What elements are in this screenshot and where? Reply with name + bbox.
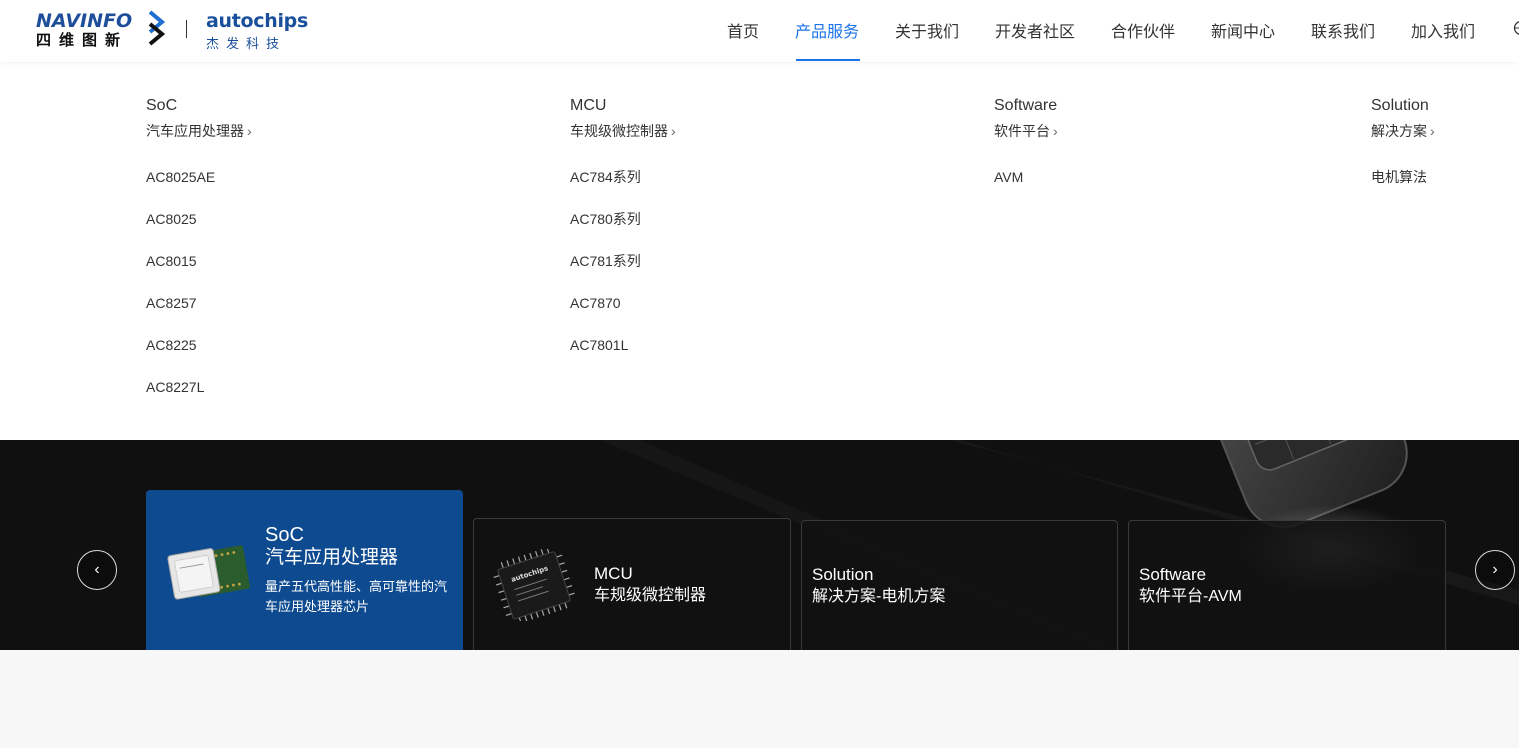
- menu-column-subtitle: 汽车应用处理器: [146, 123, 244, 139]
- menu-column-subtitle-link[interactable]: 软件平台 ›: [994, 121, 1058, 141]
- menu-column-title: Software: [994, 97, 1058, 114]
- product-card-software[interactable]: Software 软件平台-AVM: [1128, 520, 1446, 650]
- menu-column-solution: Solution 解决方案 › 电机算法: [1371, 96, 1435, 209]
- menu-column-list: AVM: [994, 167, 1058, 209]
- nav-item-products[interactable]: 产品服务: [795, 18, 859, 42]
- menu-item[interactable]: AC7870: [570, 293, 676, 335]
- nav-item-careers[interactable]: 加入我们: [1411, 18, 1475, 42]
- card-subtitle: 车规级微控制器: [594, 587, 707, 604]
- products-mega-menu: SoC 汽车应用处理器 › AC8025AE AC8025 AC8015 AC82…: [0, 62, 1519, 440]
- menu-item[interactable]: AVM: [994, 167, 1058, 209]
- page-background-section: [0, 650, 1519, 748]
- navinfo-chevron-icon: [148, 10, 166, 46]
- menu-column-subtitle-link[interactable]: 车规级微控制器 ›: [570, 121, 676, 141]
- menu-column-list: AC784系列 AC780系列 AC781系列 AC7870 AC7801L: [570, 167, 676, 377]
- nav-item-developer[interactable]: 开发者社区: [995, 18, 1075, 42]
- soc-chip-image: [167, 545, 250, 600]
- card-title: MCU: [594, 564, 633, 583]
- menu-column-subtitle: 软件平台: [994, 123, 1050, 139]
- menu-column-soc: SoC 汽车应用处理器 › AC8025AE AC8025 AC8015 AC82…: [146, 96, 252, 419]
- nav-item-news[interactable]: 新闻中心: [1211, 18, 1275, 42]
- menu-item[interactable]: AC8025AE: [146, 167, 252, 209]
- site-header: NAVINFO 四维图新 autochips 杰发科技 首页 产品服务 关于我们…: [0, 0, 1519, 62]
- product-card-mcu[interactable]: autochips MCU 车规级微控制器: [473, 518, 791, 650]
- menu-column-mcu: MCU 车规级微控制器 › AC784系列 AC780系列 AC781系列 AC7…: [570, 96, 676, 377]
- chevron-right-icon: ›: [247, 123, 252, 139]
- chevron-right-icon: ›: [1430, 123, 1435, 139]
- logo-divider: [186, 20, 187, 38]
- menu-column-title: MCU: [570, 97, 607, 114]
- menu-item[interactable]: 电机算法: [1371, 167, 1435, 209]
- menu-item[interactable]: AC781系列: [570, 251, 676, 293]
- menu-column-list: 电机算法: [1371, 167, 1435, 209]
- card-description: 量产五代高性能、高可靠性的汽车应用处理器芯片: [265, 579, 448, 614]
- navinfo-logo-cn: 四维图新: [36, 31, 129, 49]
- menu-item[interactable]: AC8025: [146, 209, 252, 251]
- menu-item[interactable]: AC784系列: [570, 167, 676, 209]
- product-card-solution[interactable]: Solution 解决方案-电机方案: [801, 520, 1118, 650]
- nav-item-home[interactable]: 首页: [727, 18, 759, 42]
- menu-item[interactable]: AC8225: [146, 335, 252, 377]
- product-banner: ‹ › SoC 汽车应用处理器 量产五代高性能、高可靠性的汽车应用处理器芯片 a…: [0, 440, 1519, 650]
- autochips-logo: autochips 杰发科技: [206, 10, 308, 52]
- autochips-logo-cn: 杰发科技: [206, 37, 287, 52]
- menu-column-subtitle-link[interactable]: 解决方案 ›: [1371, 121, 1435, 141]
- chevron-right-icon: ›: [671, 123, 676, 139]
- menu-column-subtitle-link[interactable]: 汽车应用处理器 ›: [146, 121, 252, 141]
- menu-item[interactable]: AC780系列: [570, 209, 676, 251]
- menu-item[interactable]: AC7801L: [570, 335, 676, 377]
- nav-item-about[interactable]: 关于我们: [895, 18, 959, 42]
- mcu-chip-image: autochips: [493, 549, 575, 621]
- menu-column-software: Software 软件平台 › AVM: [994, 96, 1058, 209]
- chevron-right-icon: ›: [1053, 123, 1058, 139]
- globe-icon[interactable]: [1513, 18, 1519, 38]
- card-subtitle: 软件平台-AVM: [1139, 588, 1242, 605]
- menu-item[interactable]: AC8227L: [146, 377, 252, 419]
- menu-column-subtitle: 车规级微控制器: [570, 123, 668, 139]
- card-title: SoC: [265, 524, 304, 546]
- menu-column-subtitle: 解决方案: [1371, 123, 1427, 139]
- carousel-prev-button[interactable]: ‹: [77, 550, 117, 590]
- card-subtitle: 解决方案-电机方案: [812, 588, 946, 605]
- nav-item-partners[interactable]: 合作伙伴: [1111, 18, 1175, 42]
- menu-column-list: AC8025AE AC8025 AC8015 AC8257 AC8225 AC8…: [146, 167, 252, 419]
- nav-active-underline: [796, 59, 860, 61]
- chevron-left-icon: ‹: [94, 561, 100, 578]
- menu-item[interactable]: AC8015: [146, 251, 252, 293]
- menu-column-title: Solution: [1371, 97, 1429, 114]
- navinfo-logo: NAVINFO 四维图新: [36, 10, 176, 50]
- chevron-right-icon: ›: [1492, 561, 1498, 578]
- carousel-next-button[interactable]: ›: [1475, 550, 1515, 590]
- menu-column-title: SoC: [146, 97, 178, 114]
- card-subtitle: 汽车应用处理器: [265, 547, 399, 568]
- product-card-soc[interactable]: SoC 汽车应用处理器 量产五代高性能、高可靠性的汽车应用处理器芯片: [146, 490, 463, 650]
- card-title: Software: [1139, 565, 1207, 584]
- menu-item[interactable]: AC8257: [146, 293, 252, 335]
- nav-item-contact[interactable]: 联系我们: [1311, 18, 1375, 42]
- card-title: Solution: [812, 565, 874, 584]
- autochips-logo-text: autochips: [206, 10, 308, 32]
